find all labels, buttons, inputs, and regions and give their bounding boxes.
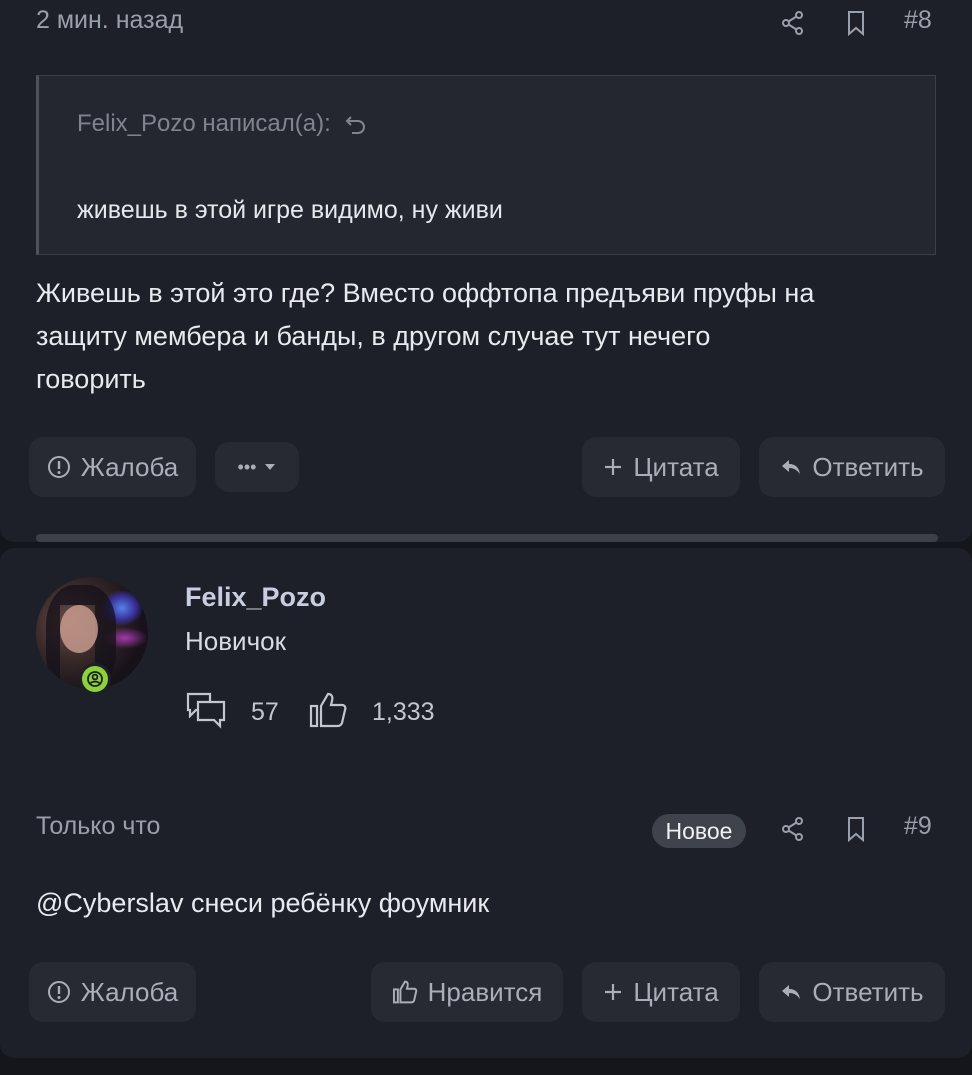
post-number[interactable]: #9 bbox=[904, 812, 932, 841]
thumbs-up-icon bbox=[392, 980, 417, 1004]
quote-text: живешь в этой игре видимо, ну живи bbox=[77, 196, 503, 224]
reply-icon bbox=[782, 985, 801, 999]
like-button[interactable]: Нравится bbox=[371, 962, 563, 1022]
bookmark-icon[interactable] bbox=[846, 816, 866, 842]
go-to-quote-icon[interactable] bbox=[345, 113, 367, 135]
bookmark-icon[interactable] bbox=[846, 10, 866, 36]
plus-icon bbox=[605, 459, 622, 475]
share-icon[interactable] bbox=[780, 816, 806, 842]
quote-block: Felix_Pozo написал(а): живешь в этой игр… bbox=[36, 75, 936, 255]
reply-label: Ответить bbox=[812, 976, 924, 1007]
reply-button[interactable]: Ответить bbox=[759, 962, 945, 1022]
chevron-down-icon bbox=[265, 464, 276, 470]
quote-button[interactable]: Цитата bbox=[582, 962, 740, 1022]
reply-button[interactable]: Ответить bbox=[759, 437, 945, 497]
reply-icon bbox=[782, 460, 801, 474]
post-body: @Cyberslav снеси ребёнку фоумник bbox=[36, 888, 490, 918]
likes-icon bbox=[309, 692, 347, 728]
username[interactable]: Felix_Pozo bbox=[185, 582, 326, 613]
quote-author-label: Felix_Pozo написал(а): bbox=[77, 110, 331, 137]
reply-label: Ответить bbox=[812, 451, 924, 482]
new-badge: Новое bbox=[652, 814, 746, 848]
alert-icon bbox=[47, 456, 70, 478]
share-icon[interactable] bbox=[780, 10, 806, 36]
online-badge bbox=[79, 663, 111, 695]
messages-count: 57 bbox=[251, 698, 279, 726]
more-label: ••• bbox=[237, 456, 257, 477]
alert-icon bbox=[47, 981, 70, 1003]
quote-label: Цитата bbox=[633, 976, 719, 1007]
quote-button[interactable]: Цитата bbox=[582, 437, 740, 497]
post-divider bbox=[36, 534, 938, 542]
quote-author[interactable]: Felix_Pozo написал(а): bbox=[77, 110, 367, 138]
quote-label: Цитата bbox=[633, 451, 719, 482]
plus-icon bbox=[605, 984, 622, 1000]
post-time: 2 мин. назад bbox=[36, 6, 184, 34]
messages-icon bbox=[186, 692, 226, 729]
post-body-line: говорить bbox=[36, 364, 146, 394]
post-number[interactable]: #8 bbox=[904, 6, 932, 35]
post-time: Только что bbox=[36, 812, 161, 840]
likes-count: 1,333 bbox=[372, 698, 435, 726]
report-button[interactable]: Жалоба bbox=[29, 962, 196, 1022]
user-status-icon bbox=[87, 671, 103, 687]
post-body-line: Живешь в этой это где? Вместо оффтопа пр… bbox=[36, 278, 815, 308]
more-actions-button[interactable]: ••• bbox=[215, 442, 299, 492]
report-label: Жалоба bbox=[80, 451, 179, 482]
report-button[interactable]: Жалоба bbox=[29, 437, 196, 497]
post-body-line: защиту мембера и банды, в другом случае … bbox=[36, 321, 711, 351]
post-8: 2 мин. назад #8 Felix_Pozo написал(а): ж… bbox=[0, 0, 972, 542]
report-label: Жалоба bbox=[80, 976, 179, 1007]
user-rank: Новичок bbox=[185, 626, 286, 656]
like-label: Нравится bbox=[427, 976, 543, 1007]
post-body: Живешь в этой это где? Вместо оффтопа пр… bbox=[36, 272, 936, 401]
